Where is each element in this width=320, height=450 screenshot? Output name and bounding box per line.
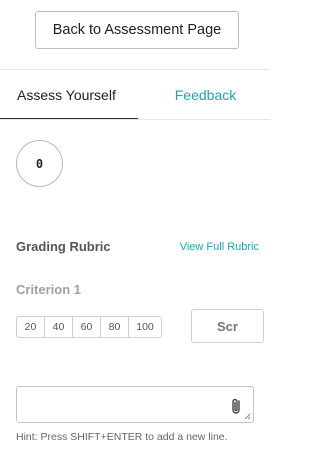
- comment-input[interactable]: [16, 386, 254, 423]
- paperclip-icon[interactable]: [229, 397, 243, 415]
- criterion-label: Criterion 1: [16, 282, 82, 297]
- tab-divider: [0, 119, 270, 120]
- score-input[interactable]: Scr: [191, 309, 264, 343]
- scale-option-60[interactable]: 60: [73, 317, 101, 337]
- rubric-title: Grading Rubric: [16, 239, 111, 254]
- scale-option-80[interactable]: 80: [101, 317, 129, 337]
- tab-assess-yourself[interactable]: Assess Yourself: [0, 70, 138, 120]
- input-hint: Hint: Press SHIFT+ENTER to add a new lin…: [16, 431, 228, 443]
- resize-handle-icon[interactable]: [244, 413, 251, 420]
- back-to-assessment-button[interactable]: Back to Assessment Page: [35, 11, 239, 49]
- tab-bar: Assess Yourself Feedback: [0, 70, 270, 120]
- scale-option-20[interactable]: 20: [17, 317, 45, 337]
- view-full-rubric-link[interactable]: View Full Rubric: [180, 241, 259, 253]
- score-indicator: 0: [16, 140, 63, 187]
- scale-option-100[interactable]: 100: [129, 317, 161, 337]
- score-scale: 20 40 60 80 100: [16, 316, 162, 338]
- scale-option-40[interactable]: 40: [45, 317, 73, 337]
- tab-feedback[interactable]: Feedback: [138, 70, 270, 119]
